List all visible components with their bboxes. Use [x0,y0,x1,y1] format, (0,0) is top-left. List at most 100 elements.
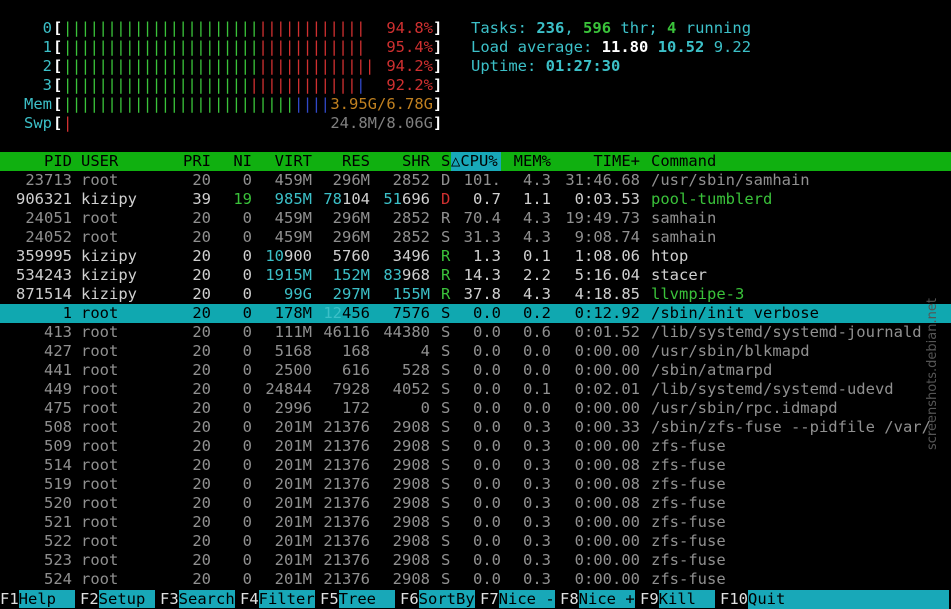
table-row[interactable]: 359995 kizipy 20 0 10900 5760 3496 R 1.3 0.1 1:08.… [0,247,951,266]
cell-pri: 20 [192,266,211,284]
table-row[interactable]: 534243 kizipy 20 0 1915M 152M 83968 R 14.3 2.2 5:1… [0,266,951,285]
cell-cmd: samhain [651,209,717,227]
table-row[interactable]: 514 root 20 0 201M 21376 2908 S 0.0 0.3 0:00.08 zfs… [0,456,951,475]
table-row[interactable]: 520 root 20 0 201M 21376 2908 S 0.0 0.3 0:00.08 zfs… [0,494,951,513]
cell-shr: 2908 [392,494,430,512]
col-cpu-sorted[interactable]: △CPU% [451,152,501,171]
table-row[interactable]: 413 root 20 0 111M 46116 44380 S 0.0 0.6 0:01.52/l… [0,323,951,342]
cpu2-meter-label: 2 [42,57,52,75]
table-row[interactable]: 23713 root 20 0 459M 296M 2852 D 101. 4.3 31:46.68… [0,171,951,190]
table-row[interactable]: 522 root 20 0 201M 21376 2908 S 0.0 0.3 0:00.00 zfs… [0,532,951,551]
cell-user: root [81,570,119,588]
cell-user: kizipy [81,247,137,265]
cell-ni: 0 [242,228,252,246]
col-res[interactable]: RES [316,152,370,171]
table-row[interactable]: 449 root 20 0 24844 7928 4052 S 0.0 0.1 0:02.01/li… [0,380,951,399]
cell-shr: 83968 [374,266,430,285]
fkey-f3[interactable]: F3Search [160,590,235,609]
cell-cpu: 0.0 [473,380,501,398]
fkey-f9[interactable]: F9Kill [640,590,715,609]
table-row[interactable]: 441 root 20 0 2500 616 528 S 0.0 0.0 0:00.00/sbin/… [0,361,951,380]
col-shr[interactable]: SHR [374,152,430,171]
cell-pri: 20 [192,209,211,227]
cell-s: S [441,228,451,246]
cell-virt: 459M [274,171,312,189]
cell-shr: 2908 [392,532,430,550]
col-command[interactable]: Command [651,152,716,171]
cell-time: 4:18.85 [574,285,640,303]
table-row-selected[interactable]: 1 root 20 0 178M 12456 7576 S 0.0 0.2 0:12.92/sbin… [0,304,951,323]
cell-shr: 2908 [392,570,430,588]
fkey-f10[interactable]: F10Quit [720,590,951,609]
cell-mem: 4.3 [523,209,551,227]
cell-res: 78104 [316,190,370,209]
fkey-f6[interactable]: F6SortBy [400,590,475,609]
cell-pid: 514 [44,456,72,474]
cell-cpu: 0.0 [473,551,501,569]
cell-res: 21376 [323,494,370,512]
cell-time: 0:00.33 [574,418,640,436]
cell-s: S [441,570,451,588]
table-row[interactable]: 523 root 20 0 201M 21376 2908 S 0.0 0.3 0:00.00 zfs… [0,551,951,570]
cell-res: 21376 [323,437,370,455]
cell-shr: 0 [420,399,430,417]
table-row[interactable]: 509 root 20 0 201M 21376 2908 S 0.0 0.3 0:00.00 zfs… [0,437,951,456]
fkey-f8[interactable]: F8Nice + [560,590,635,609]
cell-mem: 0.3 [523,513,551,531]
table-row[interactable]: 475 root 20 0 2996 172 0 S 0.0 0.0 0:00.00/usr/sbi… [0,399,951,418]
cell-virt: 2996 [274,399,312,417]
cell-ni: 0 [242,285,252,303]
fkey-f2[interactable]: F2Setup [80,590,155,609]
cell-s: S [441,494,451,512]
cell-virt: 201M [274,418,312,436]
cell-shr-high: 51 [383,190,402,208]
col-pri[interactable]: PRI [170,152,211,171]
cell-pri: 20 [192,551,211,569]
col-state[interactable]: S [441,152,450,171]
table-row[interactable]: 427 root 20 0 5168 168 4 S 0.0 0.0 0:00.00/usr/sbi… [0,342,951,361]
table-row[interactable]: 906321 kizipy 39 19 985M 78104 51696 D 0.7 1.1 0:0… [0,190,951,209]
col-mem[interactable]: MEM% [506,152,551,171]
table-row[interactable]: 871514 kizipy 20 0 99G 297M 155M R 37.8 4.3 4:18.8… [0,285,951,304]
col-virt[interactable]: VIRT [258,152,312,171]
col-pid[interactable]: PID [0,152,72,171]
fkey-number: F4 [240,590,259,608]
cell-cpu: 0.0 [473,304,501,322]
cell-cmd: /usr/sbin/samhain [651,171,810,189]
cell-cmd: /sbin/zfs-fuse --pidfile /var/ [651,418,931,436]
cell-pri: 20 [192,361,211,379]
mem-meter-label: Mem [24,95,52,113]
table-row[interactable]: 521 root 20 0 201M 21376 2908 S 0.0 0.3 0:00.00 zfs… [0,513,951,532]
col-time[interactable]: TIME+ [560,152,640,171]
fkey-f5[interactable]: F5Tree [320,590,395,609]
cpu0-meter-close-bracket: ] [433,19,443,37]
cell-cpu: 101. [463,171,501,189]
cell-res: 7928 [332,380,370,398]
cell-ni: 0 [242,494,252,512]
fkey-f7[interactable]: F7Nice - [480,590,555,609]
table-row[interactable]: 519 root 20 0 201M 21376 2908 S 0.0 0.3 0:00.08 zfs… [0,475,951,494]
cell-virt: 201M [274,513,312,531]
cell-virt: 201M [274,475,312,493]
cell-cmd: /usr/sbin/rpc.idmapd [651,399,838,417]
fkey-number: F2 [80,590,99,608]
fkey-label: Setup [98,590,155,608]
table-row[interactable]: 24052 root 20 0 459M 296M 2852 S 31.3 4.3 9:08.74 s… [0,228,951,247]
cell-pri: 20 [192,437,211,455]
cell-virt: 111M [274,323,312,341]
function-key-bar: F1Help F2Setup F3Search F4Filter F5Tree F6… [0,590,951,609]
process-table-header[interactable]: PID USER PRI NI VIRT RES SHR S △CPU% MEM… [0,152,951,171]
cell-cpu: 37.8 [463,285,501,303]
cell-pri: 20 [192,513,211,531]
cell-cpu: 0.0 [473,323,501,341]
fkey-f4[interactable]: F4Filter [240,590,315,609]
col-ni[interactable]: NI [220,152,252,171]
table-row[interactable]: 24051 root 20 0 459M 296M 2852 R 70.4 4.3 19:49.73… [0,209,951,228]
table-row[interactable]: 524 root 20 0 201M 21376 2908 S 0.0 0.3 0:00.00 zfs… [0,570,951,589]
cell-shr: 4052 [392,380,430,398]
col-user[interactable]: USER [81,152,118,171]
cell-virt-low: 900 [284,247,312,265]
table-row[interactable]: 508 root 20 0 201M 21376 2908 S 0.0 0.3 0:00.33/sb… [0,418,951,437]
cell-res: 296M [332,171,370,189]
fkey-f1[interactable]: F1Help [0,590,75,609]
